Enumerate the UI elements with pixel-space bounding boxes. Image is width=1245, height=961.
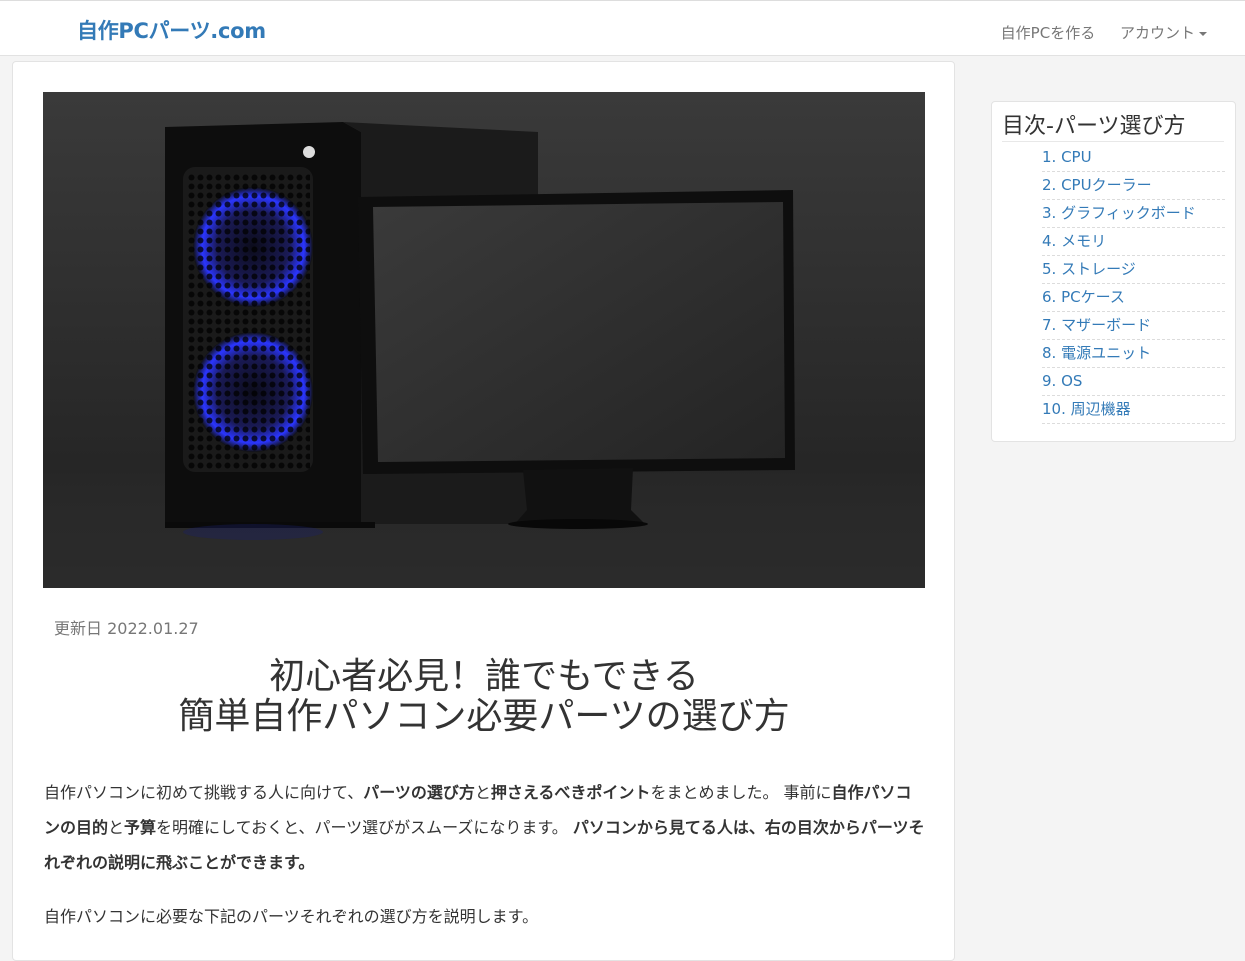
toc-item-power-supply[interactable]: 8. 電源ユニット: [1042, 340, 1225, 368]
toc-item-graphics-board[interactable]: 3. グラフィックボード: [1042, 200, 1225, 228]
intro-text: をまとめました。 事前に: [650, 783, 832, 802]
article-title: 初心者必見！誰でもできる 簡単自作パソコン必要パーツの選び方: [43, 657, 925, 737]
toc-item-motherboard[interactable]: 7. マザーボード: [1042, 312, 1225, 340]
nav-account-dropdown[interactable]: アカウント: [1120, 24, 1207, 42]
intro-text: を明確にしておくと、パーツ選びがスムーズになります。: [156, 818, 568, 837]
toc-title: 目次-パーツ選び方: [1002, 108, 1224, 142]
article-title-line2: 簡単自作パソコン必要パーツの選び方: [178, 696, 790, 737]
intro-text: と: [474, 783, 491, 802]
nav-links: 自作PCを作る アカウント: [981, 22, 1207, 43]
toc-item-cpu[interactable]: 1. CPU: [1042, 144, 1225, 172]
nav-build-pc-link[interactable]: 自作PCを作る: [1001, 24, 1096, 42]
site-brand-link[interactable]: 自作PCパーツ.com: [77, 15, 266, 45]
toc-item-storage[interactable]: 5. ストレージ: [1042, 256, 1225, 284]
nav-account-label: アカウント: [1119, 24, 1195, 42]
toc-item-pc-case[interactable]: 6. PCケース: [1042, 284, 1225, 312]
parts-intro-paragraph: 自作パソコンに必要な下記のパーツそれぞれの選び方を説明します。: [44, 907, 539, 926]
intro-text: 自作パソコンに初めて挑戦する人に向けて、: [44, 783, 364, 802]
table-of-contents: 目次-パーツ選び方 1. CPU 2. CPUクーラー 3. グラフィックボード…: [991, 101, 1236, 442]
hero-image-pc-tower-and-monitor: [43, 92, 925, 588]
intro-bold-text: パーツの選び方: [363, 783, 475, 802]
intro-text: と: [108, 818, 125, 837]
toc-item-os[interactable]: 9. OS: [1042, 368, 1225, 396]
caret-down-icon: [1199, 31, 1207, 36]
toc-list: 1. CPU 2. CPUクーラー 3. グラフィックボード 4. メモリ 5.…: [1042, 144, 1225, 424]
toc-item-cpu-cooler[interactable]: 2. CPUクーラー: [1042, 172, 1225, 200]
toc-item-peripherals[interactable]: 10. 周辺機器: [1042, 396, 1225, 424]
article-card: 更新日 2022.01.27 初心者必見！誰でもできる 簡単自作パソコン必要パー…: [12, 61, 955, 961]
article-title-line1: 初心者必見！誰でもできる: [269, 656, 699, 697]
intro-paragraph: 自作パソコンに初めて挑戦する人に向けて、パーツの選び方と押さえるべきポイントをま…: [44, 775, 926, 880]
top-navbar: 自作PCパーツ.com 自作PCを作る アカウント: [0, 0, 1245, 56]
intro-bold-text: 予算: [124, 818, 157, 837]
updated-date: 更新日 2022.01.27: [54, 619, 199, 638]
toc-item-memory[interactable]: 4. メモリ: [1042, 228, 1225, 256]
intro-bold-text: 押さえるべきポイント: [490, 783, 651, 802]
